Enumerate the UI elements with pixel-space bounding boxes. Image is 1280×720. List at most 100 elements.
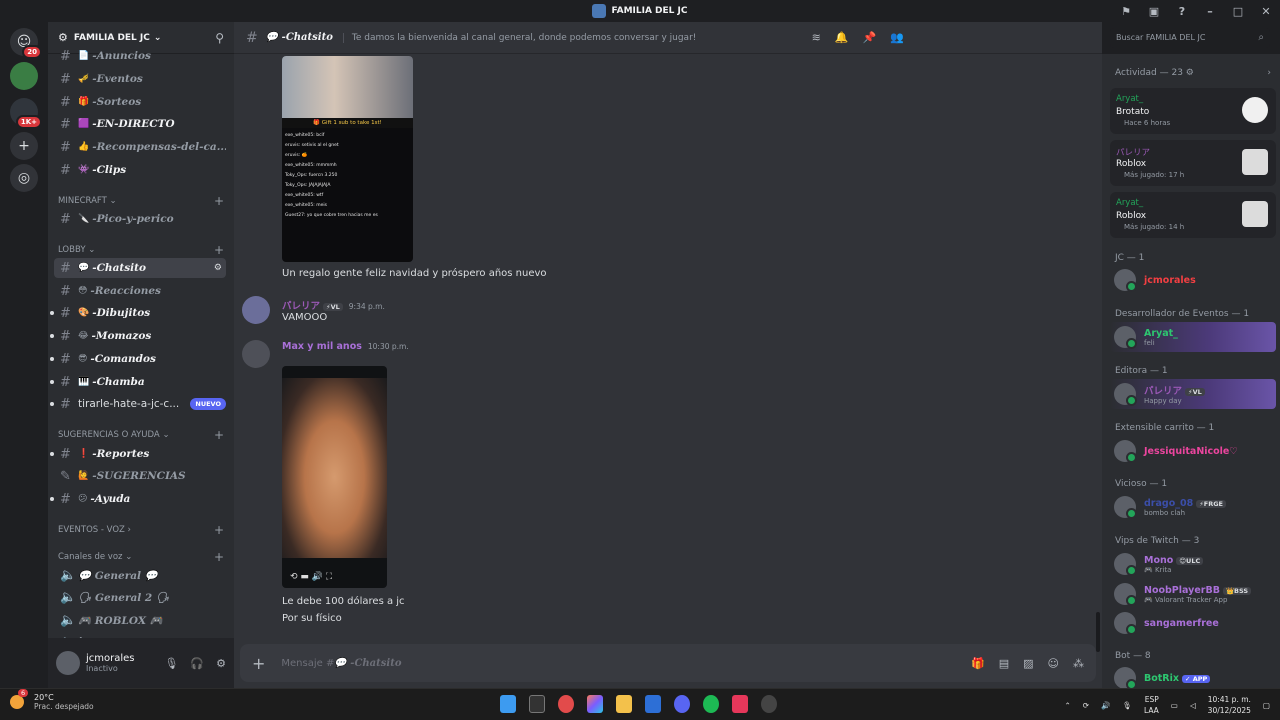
channel-settings-icon[interactable]: ⚙	[214, 263, 222, 273]
add-channel-icon[interactable]: +	[214, 428, 224, 442]
copilot-icon[interactable]	[587, 695, 603, 713]
channel-pico-y-perico[interactable]: # 🔪 -Pico-y-perico	[54, 209, 226, 229]
category-eventos-voz[interactable]: EVENTOS - VOZ › +	[58, 523, 224, 537]
message-author[interactable]: Max y mil anos 10:30 p.m.	[282, 341, 409, 352]
pin-icon[interactable]: 📌	[863, 31, 877, 44]
members-icon[interactable]: 👥	[890, 31, 904, 44]
activity-card[interactable]: パレリア Roblox Más jugado: 17 h	[1110, 140, 1276, 186]
member-noobplayerbb[interactable]: NoobPlayerBB 👑BSS 🎮 Valorant Tracker App	[1110, 579, 1276, 609]
member-aryat[interactable]: Aryat_ feli	[1110, 322, 1276, 352]
avatar[interactable]	[242, 296, 270, 324]
channel-sugerencias[interactable]: ✎ 🙋 -SUGERENCIAS	[54, 466, 226, 486]
activity-card[interactable]: Aryat_ Roblox Más jugado: 14 h	[1110, 192, 1276, 238]
channel-eventos[interactable]: # 🎺 -Eventos	[54, 69, 226, 89]
channel-clips[interactable]: # 👾 -Clips	[54, 160, 226, 180]
steam-icon[interactable]	[761, 695, 777, 713]
inbox-icon[interactable]: ⚑	[1112, 5, 1140, 18]
gif-icon[interactable]: ▤	[999, 657, 1009, 670]
bell-icon[interactable]: 🔔	[835, 31, 849, 44]
microphone-icon[interactable]: 🎙	[164, 657, 178, 670]
avatar[interactable]	[56, 651, 80, 675]
member-jessiquita[interactable]: JessiquitaNicole♡	[1110, 436, 1276, 466]
attached-image-stream[interactable]: 🎁 Gift 1 sub to take 1st! exe_white05: b…	[282, 56, 413, 262]
member-drago[interactable]: drago_08 ⚡FRGE bombo clah	[1110, 492, 1276, 522]
scrollbar[interactable]	[1096, 612, 1100, 652]
upload-plus-icon[interactable]: +	[252, 654, 265, 673]
channel-reacciones[interactable]: # 😳 -Reacciones	[54, 281, 226, 301]
channel-chamba[interactable]: # 🎹 -Chamba	[50, 372, 226, 392]
channel-dibujitos[interactable]: # 🎨 -Dibujitos	[50, 303, 226, 323]
windows-start-icon[interactable]	[500, 695, 516, 713]
add-channel-icon[interactable]: +	[214, 194, 224, 208]
category-sugerencias[interactable]: SUGERENCIAS O AYUDA ⌄ +	[58, 428, 224, 442]
attached-video[interactable]: ⟲ ▬ 🔊 ⛶	[282, 366, 387, 588]
spotify-icon[interactable]	[703, 695, 719, 713]
channel-topic[interactable]: Te damos la bienvenida al canal general,…	[342, 32, 696, 43]
add-channel-icon[interactable]: +	[214, 550, 224, 564]
voice-channel-general[interactable]: 🔈 💬 General 💬	[54, 565, 226, 585]
add-channel-icon[interactable]: +	[214, 523, 224, 537]
category-canales-voz[interactable]: Canales de voz ⌄ +	[58, 550, 224, 564]
message-author[interactable]: パレリア ⚡VL 9:34 p.m.	[282, 298, 385, 312]
apps-icon[interactable]: ⁂	[1073, 657, 1084, 670]
activity-card[interactable]: Aryat_ Brotato Hace 6 horas	[1110, 88, 1276, 134]
gear-icon[interactable]: ⚙	[216, 657, 226, 670]
add-channel-icon[interactable]: +	[214, 243, 224, 257]
channel-momazos[interactable]: # 😂 -Momazos	[50, 326, 226, 346]
close-button[interactable]: ✕	[1252, 5, 1280, 18]
video-controls[interactable]: ⟲ ▬ 🔊 ⛶	[290, 572, 332, 582]
notifications-icon[interactable]: ▢	[1263, 701, 1270, 710]
member-pareria[interactable]: パレリア ⚡VL Happy day	[1110, 379, 1276, 409]
task-view-icon[interactable]	[529, 695, 545, 713]
file-explorer-icon[interactable]	[616, 695, 632, 713]
maximize-button[interactable]: □	[1224, 5, 1252, 18]
server-folder[interactable]: 1K+	[10, 98, 42, 129]
chevron-up-icon[interactable]: ⌃	[1065, 701, 1071, 710]
channel-anuncios[interactable]: # 📄 -Anuncios	[54, 46, 226, 66]
avatar[interactable]	[242, 340, 270, 368]
network-icon[interactable]: ▭	[1171, 701, 1178, 710]
member-mono[interactable]: Mono 😊ULC 🎮 Krita	[1110, 549, 1276, 579]
weather-widget[interactable]: 6 20°C Prac. despejado	[10, 689, 94, 711]
channel-comandos[interactable]: # 😎 -Comandos	[50, 349, 226, 369]
discord-taskbar-icon[interactable]	[674, 695, 690, 713]
help-icon[interactable]: ?	[1168, 5, 1196, 18]
language-indicator[interactable]: ESP LAA	[1144, 694, 1159, 716]
headphones-icon[interactable]: 🎧	[190, 657, 204, 670]
threads-icon[interactable]: ≋	[812, 31, 821, 44]
search-input[interactable]: Buscar FAMILIA DEL JC ⌕	[1110, 28, 1270, 48]
category-minecraft[interactable]: MINECRAFT ⌄ +	[58, 194, 224, 208]
channel-ayuda[interactable]: # 😕 -Ayuda	[50, 489, 226, 509]
server-familia-del-jc[interactable]	[10, 62, 38, 90]
emoji-icon[interactable]: ☺	[1048, 657, 1059, 670]
channel-chatsito[interactable]: # 💬 -Chatsito ⚙	[54, 258, 226, 278]
screen-icon[interactable]: ▣	[1140, 5, 1168, 18]
direct-messages-button[interactable]: ☺ 20	[10, 28, 42, 59]
channel-en-directo[interactable]: # 🟪 -EN-DIRECTO	[54, 114, 226, 134]
sync-icon[interactable]: ⟳	[1083, 701, 1089, 710]
minimize-button[interactable]: –	[1196, 5, 1224, 18]
add-server-button[interactable]: +	[10, 132, 38, 160]
channel-recompensas[interactable]: # 👍 -Recompensas-del-ca...	[54, 137, 226, 157]
opera-icon[interactable]	[558, 695, 574, 713]
chevron-right-icon[interactable]: ›	[1267, 68, 1271, 78]
speaker-icon[interactable]: ◁	[1190, 701, 1196, 710]
voice-channel-roblox[interactable]: 🔈 🎮 ROBLOX 🎮	[54, 610, 226, 630]
store-icon[interactable]	[645, 695, 661, 713]
invite-people-icon[interactable]: ⚲	[215, 31, 224, 45]
channel-tirarle-hate[interactable]: # tirarle-hate-a-jc-c... NUEVO	[50, 394, 226, 414]
member-sangamerfree[interactable]: sangamerfree	[1110, 608, 1276, 638]
tiktok-icon[interactable]	[732, 695, 748, 713]
channel-reportes[interactable]: # ❗ -Reportes	[50, 444, 226, 464]
member-jcmorales[interactable]: jcmorales	[1110, 265, 1276, 295]
clock[interactable]: 10:41 p. m. 30/12/2025	[1208, 694, 1251, 716]
microphone-icon[interactable]: 🎙	[1122, 701, 1132, 710]
gift-icon[interactable]: 🎁	[971, 657, 985, 670]
category-lobby[interactable]: LOBBY ⌄ +	[58, 243, 224, 257]
sticker-icon[interactable]: ▨	[1023, 657, 1033, 670]
volume-icon[interactable]: 🔊	[1101, 701, 1110, 710]
message-composer[interactable]: + Mensaje #💬 -Chatsito 🎁 ▤ ▨ ☺ ⁂	[240, 644, 1096, 682]
discover-button[interactable]: ◎	[10, 164, 38, 192]
voice-channel-general-2[interactable]: 🔈 🗣 General 2 🗣	[54, 587, 226, 607]
channel-sorteos[interactable]: # 🎁 -Sorteos	[54, 92, 226, 112]
